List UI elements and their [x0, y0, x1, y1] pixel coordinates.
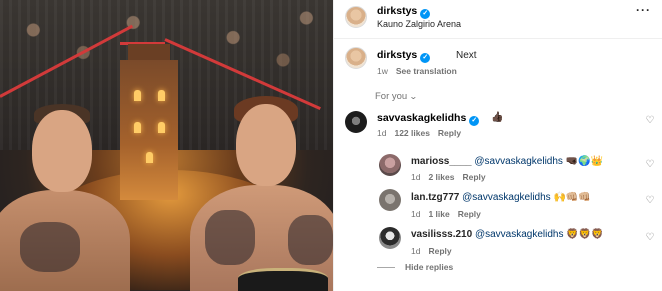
heart-icon[interactable]: ♡	[645, 116, 655, 126]
reply-avatar[interactable]	[379, 189, 401, 211]
verified-badge-icon: ✓	[469, 116, 480, 126]
reply-meta: 1d 1 like Reply	[411, 209, 489, 219]
heart-icon[interactable]: ♡	[645, 160, 655, 170]
tower-window	[158, 122, 165, 133]
sort-label: For you	[375, 91, 408, 102]
reply-mention[interactable]: @savvaskagkelidhs	[475, 229, 564, 240]
fighter-right-head	[236, 104, 296, 186]
post-header: dirkstys ✓ Kauno Zalgirio Arena ···	[334, 0, 662, 39]
reply-line: vasilisss.210 @savvaskagkelidhs 🦁🦁🦁	[411, 229, 604, 240]
reply-text: 🦁🦁🦁	[566, 229, 604, 240]
reply-username[interactable]: marioss____	[411, 156, 472, 167]
post-image[interactable]	[0, 0, 333, 291]
reply-likes[interactable]: 2 likes	[428, 172, 454, 182]
reply-button[interactable]: Reply	[458, 209, 481, 219]
tower-window	[158, 90, 165, 101]
fighter-right-tattoo	[288, 215, 333, 265]
reply-avatar[interactable]	[379, 227, 401, 249]
reply-line: lan.tzg777 @savvaskagkelidhs 🙌👊🏼👊🏼	[411, 192, 591, 203]
reply-mention[interactable]: @savvaskagkelidhs	[474, 156, 563, 167]
reply-text: 🤜🏿🌍👑	[565, 156, 604, 167]
fighter-right-tattoo	[205, 210, 255, 265]
comment-likes[interactable]: 122 likes	[394, 128, 429, 138]
caption-avatar[interactable]	[345, 47, 367, 69]
comment-username[interactable]: savvaskagkelidhs ✓	[377, 112, 480, 126]
post-location[interactable]: Kauno Zalgirio Arena	[377, 19, 461, 29]
sort-dropdown[interactable]: For you ⌄	[375, 91, 418, 102]
championship-belt	[238, 268, 328, 291]
tower-window	[146, 152, 153, 163]
comment-avatar[interactable]	[345, 111, 367, 133]
caption-username[interactable]: dirkstys ✓	[377, 49, 431, 63]
see-translation-link[interactable]: See translation	[396, 66, 457, 76]
fighter-left-head	[32, 110, 92, 192]
reply-button[interactable]: Reply	[428, 246, 451, 256]
reply-age: 1d	[411, 172, 421, 182]
reply-button[interactable]: Reply	[462, 172, 485, 182]
reply-meta: 1d Reply	[411, 246, 460, 256]
reply-line: marioss____ @savvaskagkelidhs 🤜🏿🌍👑	[411, 156, 603, 167]
reply-text: 🙌👊🏼👊🏼	[553, 192, 591, 203]
tower-window	[134, 122, 141, 133]
comments-panel: dirkstys ✓ Kauno Zalgirio Arena ··· dirks…	[334, 0, 662, 291]
reply-age: 1d	[411, 246, 421, 256]
castle-tower	[120, 60, 178, 200]
caption-age: 1w	[377, 66, 388, 76]
fighter-left-tattoo	[20, 222, 80, 272]
hide-replies-button[interactable]: Hide replies	[405, 262, 453, 272]
tower-window	[134, 90, 141, 101]
reply-avatar[interactable]	[379, 154, 401, 176]
author-username[interactable]: dirkstys ✓	[377, 5, 431, 19]
reply-username[interactable]: vasilisss.210	[411, 229, 472, 240]
heart-icon[interactable]: ♡	[645, 196, 655, 206]
chevron-down-icon: ⌄	[409, 92, 418, 101]
reply-username[interactable]: lan.tzg777	[411, 192, 459, 203]
reply-button[interactable]: Reply	[438, 128, 461, 138]
caption-text: Next	[456, 50, 477, 61]
comment-meta: 1d 122 likes Reply	[377, 128, 469, 138]
reply-likes[interactable]: 1 like	[428, 209, 449, 219]
comment-age: 1d	[377, 128, 387, 138]
verified-badge-icon: ✓	[420, 9, 431, 19]
more-options-icon[interactable]: ···	[636, 3, 651, 17]
caption-meta: 1w See translation	[377, 66, 465, 76]
author-avatar[interactable]	[345, 6, 367, 28]
heart-icon[interactable]: ♡	[645, 233, 655, 243]
reply-age: 1d	[411, 209, 421, 219]
verified-badge-icon: ✓	[420, 53, 431, 63]
reply-meta: 1d 2 likes Reply	[411, 172, 494, 182]
hide-replies-divider	[377, 267, 395, 268]
reply-mention[interactable]: @savvaskagkelidhs	[462, 192, 551, 203]
comment-text: 👍🏿	[491, 112, 504, 123]
